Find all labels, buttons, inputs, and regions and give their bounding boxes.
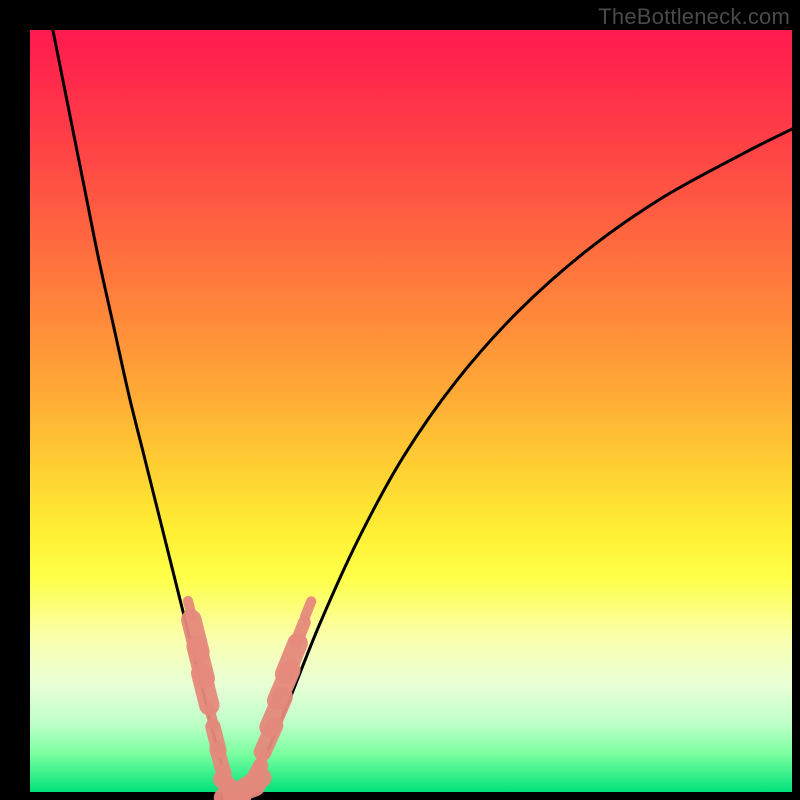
curve-marker — [305, 601, 311, 616]
bottleneck-curve — [53, 30, 792, 792]
curve-marker — [297, 622, 305, 641]
watermark-text: TheBottleneck.com — [598, 4, 790, 30]
chart-frame: TheBottleneck.com — [0, 0, 800, 800]
curve-marker — [201, 673, 209, 705]
curve-svg — [30, 30, 792, 792]
plot-area — [30, 30, 792, 792]
